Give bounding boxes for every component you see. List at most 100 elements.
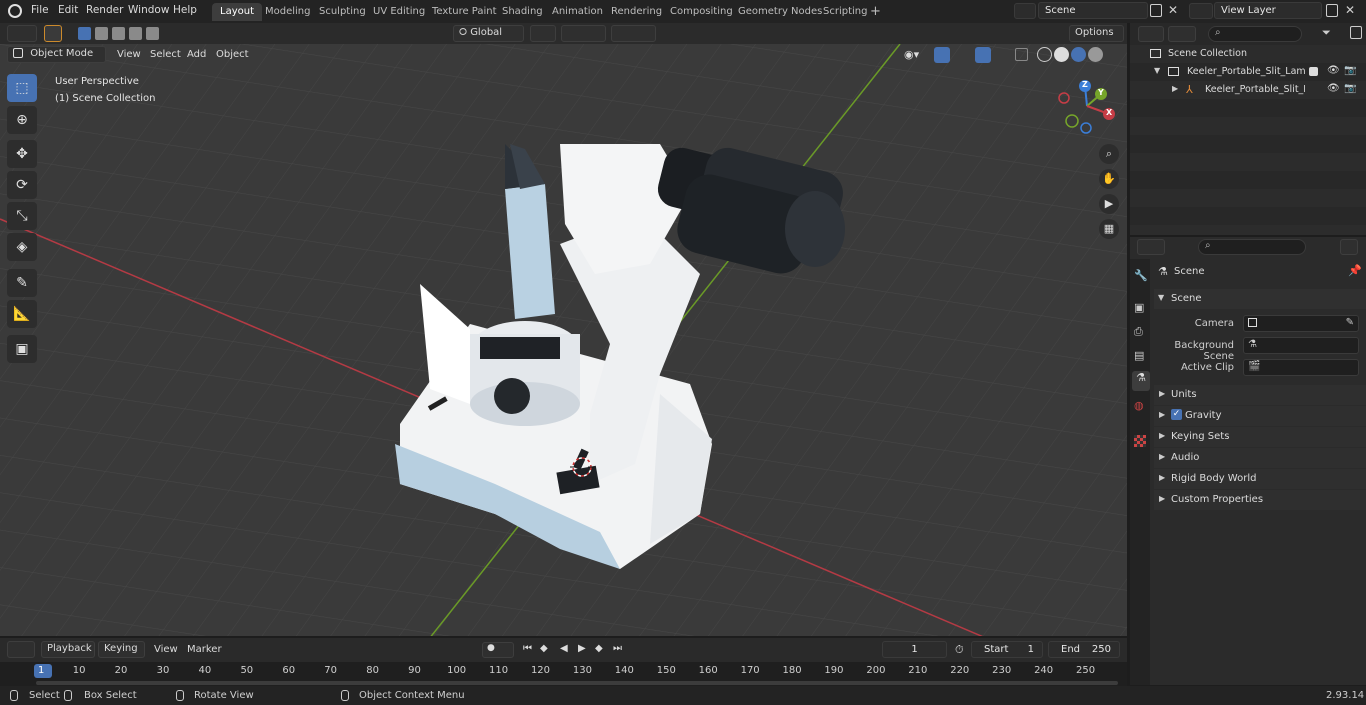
- tab-scripting[interactable]: Scripting: [815, 3, 875, 21]
- scene-tab-icon[interactable]: ⚗: [1132, 371, 1150, 391]
- texture-tab-icon[interactable]: [1134, 435, 1146, 447]
- pin-icon[interactable]: 📌: [1348, 264, 1362, 277]
- visibility-icon[interactable]: ◉▾: [904, 48, 928, 62]
- blender-logo-icon[interactable]: [8, 4, 22, 18]
- ortho-toggle-icon[interactable]: ▦: [1099, 219, 1119, 239]
- select-mode-new-icon[interactable]: [78, 27, 91, 40]
- menu-window[interactable]: Window: [128, 4, 169, 16]
- viewport-menu-object[interactable]: Object: [216, 49, 249, 60]
- tab-compositing[interactable]: Compositing: [662, 3, 741, 21]
- panel-custom-properties[interactable]: ▶ Custom Properties: [1154, 490, 1366, 510]
- properties-options-icon[interactable]: [1340, 239, 1358, 255]
- tool-transform-icon[interactable]: ◈: [7, 233, 37, 261]
- snap-toggle[interactable]: [561, 25, 606, 42]
- tool-add-cube-icon[interactable]: ▣: [7, 335, 37, 363]
- expand-arrow-icon[interactable]: ▼: [1154, 66, 1160, 75]
- new-collection-icon[interactable]: [1350, 26, 1362, 39]
- delete-view-layer-icon[interactable]: ✕: [1345, 3, 1355, 17]
- select-mode-invert-icon[interactable]: [129, 27, 142, 40]
- prev-keyframe-icon[interactable]: ◆: [540, 643, 548, 654]
- menu-edit[interactable]: Edit: [58, 4, 78, 16]
- gravity-checkbox[interactable]: ✓: [1171, 409, 1182, 420]
- viewport-menu-select[interactable]: Select: [150, 49, 181, 60]
- xray-toggle-icon[interactable]: [1015, 48, 1028, 61]
- menu-help[interactable]: Help: [173, 4, 197, 16]
- tool-select-box-icon[interactable]: ⬚: [7, 74, 37, 102]
- panel-rigid-body-world[interactable]: ▶ Rigid Body World: [1154, 469, 1366, 489]
- transform-orientation-dropdown[interactable]: ⭘ Global: [453, 25, 524, 42]
- timeline-menu-view[interactable]: View: [154, 644, 178, 655]
- viewport-menu-view[interactable]: View: [117, 49, 141, 60]
- play-icon[interactable]: ▶: [578, 643, 586, 654]
- viewport-menu-add[interactable]: Add: [187, 49, 206, 60]
- expand-arrow-icon[interactable]: ▶: [1172, 84, 1178, 93]
- overlay-toggle-icon[interactable]: [975, 47, 991, 63]
- tool-move-icon[interactable]: ✥: [7, 140, 37, 168]
- outliner-display-mode-icon[interactable]: [1168, 26, 1196, 42]
- view-layer-tab-icon[interactable]: ▤: [1134, 349, 1144, 362]
- properties-editor-icon[interactable]: [1137, 239, 1165, 255]
- delete-scene-icon[interactable]: ✕: [1168, 3, 1178, 17]
- new-scene-icon[interactable]: [1150, 4, 1162, 17]
- jump-start-icon[interactable]: ⏮: [523, 643, 532, 654]
- view-layer-selector-icon[interactable]: [1189, 3, 1213, 19]
- outliner-search-input[interactable]: ⌕: [1208, 26, 1302, 42]
- next-keyframe-icon[interactable]: ◆: [595, 643, 603, 654]
- zoom-icon[interactable]: ⌕: [1099, 144, 1119, 164]
- add-workspace-icon[interactable]: +: [870, 4, 882, 19]
- gizmo-toggle-icon[interactable]: [934, 47, 950, 63]
- mode-dropdown[interactable]: Object Mode: [7, 46, 106, 63]
- view-layer-field[interactable]: View Layer: [1214, 2, 1322, 19]
- start-frame-field[interactable]: Start 1: [971, 641, 1043, 658]
- timeline-editor-type-button[interactable]: [7, 641, 35, 658]
- timeline-menu-keying[interactable]: Keying: [98, 641, 145, 658]
- eye-visibility-icon[interactable]: 👁: [1327, 65, 1340, 76]
- tab-texture-paint[interactable]: Texture Paint: [424, 3, 505, 21]
- camera-render-icon[interactable]: 📷: [1344, 83, 1356, 94]
- menu-render[interactable]: Render: [86, 4, 123, 16]
- outliner-row-object[interactable]: ▶ ⅄ Keeler_Portable_Slit_Larr 👁 📷: [1130, 81, 1366, 99]
- outliner-row-scene-collection[interactable]: Scene Collection: [1130, 45, 1366, 63]
- navigation-gizmo[interactable]: Z Y X: [1055, 76, 1119, 136]
- tool-rotate-icon[interactable]: ⟳: [7, 171, 37, 199]
- shading-wireframe-icon[interactable]: [1037, 47, 1052, 62]
- current-frame-field[interactable]: 1: [882, 641, 947, 658]
- panel-audio[interactable]: ▶ Audio: [1154, 448, 1366, 468]
- shading-rendered-icon[interactable]: [1088, 47, 1103, 62]
- camera-view-icon[interactable]: ▶: [1099, 194, 1119, 214]
- timeline-menu-marker[interactable]: Marker: [187, 644, 222, 655]
- shading-solid-icon[interactable]: [1054, 47, 1069, 62]
- play-reverse-icon[interactable]: ◀: [560, 643, 568, 654]
- end-frame-field[interactable]: End 250: [1048, 641, 1120, 658]
- timeline-menu-playback[interactable]: Playback: [41, 641, 95, 658]
- jump-end-icon[interactable]: ⏭: [613, 643, 622, 654]
- tab-uv-editing[interactable]: UV Editing: [365, 3, 433, 21]
- camera-field[interactable]: ✎: [1243, 315, 1359, 332]
- tab-modeling[interactable]: Modeling: [257, 3, 319, 21]
- new-view-layer-icon[interactable]: [1326, 4, 1338, 17]
- tab-layout[interactable]: Layout: [212, 3, 262, 21]
- stopwatch-icon[interactable]: ⏱: [955, 643, 964, 657]
- active-clip-field[interactable]: 🎬: [1243, 359, 1359, 376]
- record-icon[interactable]: ●: [482, 642, 514, 658]
- pan-hand-icon[interactable]: ✋: [1099, 169, 1119, 189]
- panel-gravity[interactable]: ▶ ✓ Gravity: [1154, 406, 1366, 426]
- editor-type-button[interactable]: [7, 25, 37, 42]
- tab-rendering[interactable]: Rendering: [603, 3, 670, 21]
- outliner-row-collection[interactable]: ▼ Keeler_Portable_Slit_Lamp_Cl 👁 📷: [1130, 63, 1366, 81]
- tab-animation[interactable]: Animation: [544, 3, 611, 21]
- tool-tab-icon[interactable]: 🔧: [1134, 269, 1148, 282]
- select-mode-intersect-icon[interactable]: [146, 27, 159, 40]
- camera-render-icon[interactable]: 📷: [1344, 65, 1356, 76]
- shading-material-icon[interactable]: [1071, 47, 1086, 62]
- tool-measure-icon[interactable]: 📐: [7, 300, 37, 328]
- scene-selector-icon[interactable]: [1014, 3, 1036, 19]
- 3d-viewport[interactable]: User Perspective (1) Scene Collection ⬚ …: [0, 44, 1127, 636]
- select-mode-extend-icon[interactable]: [95, 27, 108, 40]
- proportional-editing-toggle[interactable]: [611, 25, 656, 42]
- pivot-point-dropdown[interactable]: [530, 25, 556, 42]
- options-dropdown[interactable]: Options: [1069, 25, 1124, 42]
- background-scene-field[interactable]: ⚗: [1243, 337, 1359, 354]
- timeline-scrollbar[interactable]: [36, 681, 1118, 685]
- exclude-checkbox-icon[interactable]: [1309, 67, 1318, 76]
